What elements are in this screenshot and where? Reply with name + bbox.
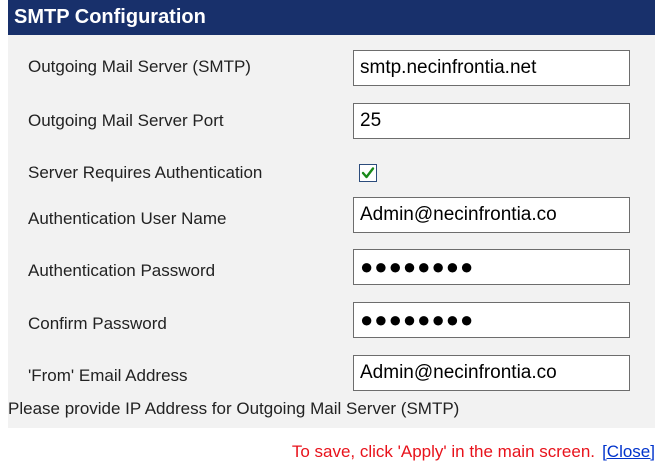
checkmark-icon [361,167,375,179]
requires-auth-label: Server Requires Authentication [28,163,263,182]
confirm-password-input[interactable]: ●●●●●●●● [353,302,630,338]
smtp-server-input[interactable]: smtp.necinfrontia.net [353,50,630,86]
footer-bar: To save, click 'Apply' in the main scree… [8,428,655,476]
save-note: To save, click 'Apply' in the main scree… [291,442,595,461]
smtp-server-label: Outgoing Mail Server (SMTP) [28,57,251,76]
auth-password-input[interactable]: ●●●●●●●● [353,249,630,285]
requires-auth-checkbox[interactable] [359,164,377,182]
smtp-config-panel: SMTP Configuration Outgoing Mail Server … [0,0,655,476]
smtp-port-input[interactable]: 25 [353,103,630,139]
auth-user-input[interactable]: Admin@necinfrontia.co [353,197,630,233]
panel-title: SMTP Configuration [8,0,655,35]
close-link[interactable]: [Close] [602,442,655,462]
smtp-port-label: Outgoing Mail Server Port [28,111,224,130]
confirm-password-label: Confirm Password [28,314,167,333]
from-email-input[interactable]: Admin@necinfrontia.co [353,355,630,391]
auth-user-label: Authentication User Name [28,209,227,228]
hint-text: Please provide IP Address for Outgoing M… [8,399,460,418]
auth-password-label: Authentication Password [28,261,216,280]
from-email-label: 'From' Email Address [28,366,188,385]
